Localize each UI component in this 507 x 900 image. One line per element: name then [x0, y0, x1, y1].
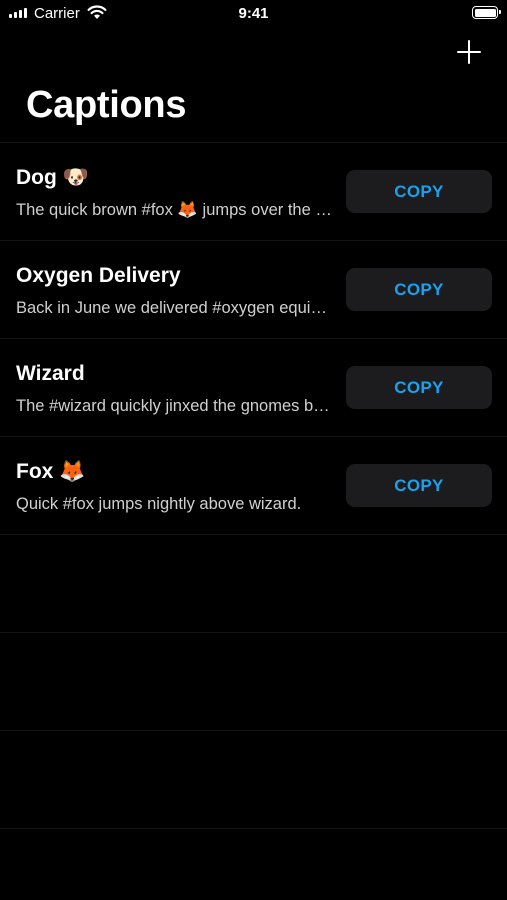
- status-time: 9:41: [238, 5, 269, 22]
- caption-row[interactable]: Fox 🦊 Quick #fox jumps nightly above wiz…: [0, 437, 507, 535]
- copy-button[interactable]: COPY: [346, 464, 492, 507]
- caption-title: Fox 🦊: [16, 460, 86, 483]
- add-caption-button[interactable]: [455, 38, 483, 66]
- empty-row: [0, 633, 507, 731]
- caption-row[interactable]: Wizard The #wizard quickly jinxed the gn…: [0, 339, 507, 437]
- empty-row: [0, 535, 507, 633]
- caption-text: The #wizard quickly jinxed the gnomes be…: [16, 397, 334, 415]
- caption-row[interactable]: Dog 🐶 The quick brown #fox 🦊 jumps over …: [0, 143, 507, 241]
- battery-icon: [472, 6, 501, 19]
- caption-title: Dog 🐶: [16, 166, 89, 189]
- caption-text: Back in June we delivered #oxygen equipm…: [16, 299, 334, 317]
- page-title: Captions: [26, 84, 187, 126]
- copy-button[interactable]: COPY: [346, 268, 492, 311]
- caption-list: Dog 🐶 The quick brown #fox 🦊 jumps over …: [0, 143, 507, 829]
- copy-button[interactable]: COPY: [346, 170, 492, 213]
- caption-text: The quick brown #fox 🦊 jumps over the la…: [16, 201, 334, 219]
- caption-text: Quick #fox jumps nightly above wizard.: [16, 495, 302, 513]
- copy-button[interactable]: COPY: [346, 366, 492, 409]
- caption-title: Wizard: [16, 362, 85, 385]
- status-bar: Carrier 9:41: [0, 0, 507, 28]
- empty-row: [0, 731, 507, 829]
- caption-title: Oxygen Delivery: [16, 264, 181, 287]
- caption-row[interactable]: Oxygen Delivery Back in June we delivere…: [0, 241, 507, 339]
